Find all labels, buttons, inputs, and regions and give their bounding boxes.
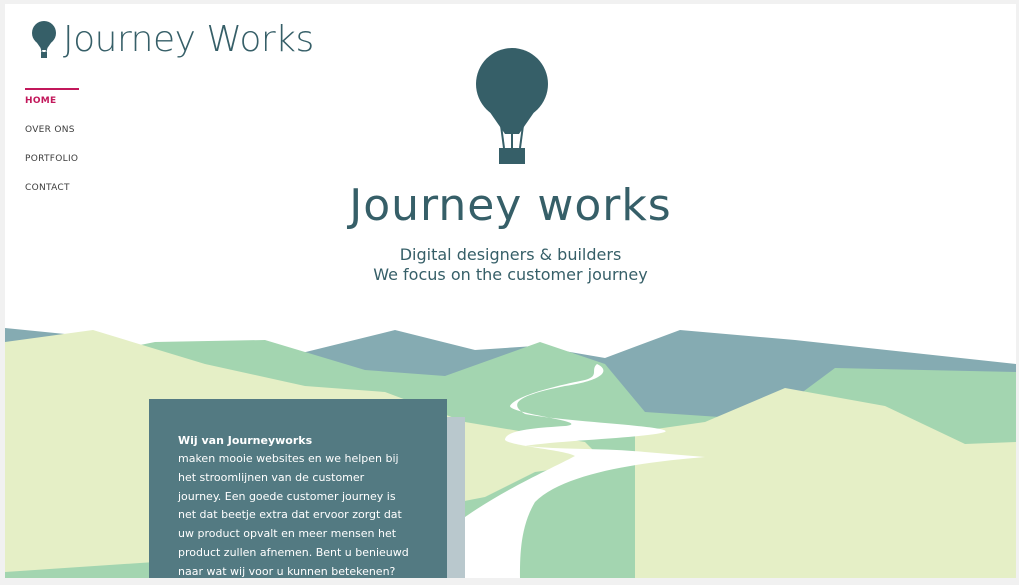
hero-subtitle-line-1: Digital designers & builders — [399, 245, 622, 264]
hot-air-balloon-icon — [32, 21, 56, 58]
hero-title: Journey works — [349, 180, 672, 231]
hot-air-balloon-icon — [476, 48, 548, 164]
nav-item-over-ons[interactable]: OVER ONS — [25, 125, 85, 135]
intro-body: maken mooie websites en we helpen bij he… — [178, 452, 409, 578]
nav-item-home[interactable]: HOME — [25, 96, 85, 106]
hero-subtitle-line-2: We focus on the customer journey — [373, 265, 648, 284]
page: Journey Works HOME OVER ONS PORTFOLIO CO… — [5, 4, 1016, 578]
nav-item-portfolio[interactable]: PORTFOLIO — [25, 154, 85, 164]
intro-card: Wij van Journeyworks maken mooie website… — [149, 399, 447, 578]
nav-active-indicator — [25, 88, 79, 90]
brand-logo[interactable]: Journey Works — [31, 20, 314, 60]
intro-title: Wij van Journeyworks — [178, 434, 313, 447]
brand-name: Journey Works — [63, 19, 314, 60]
hero-subtitle: Digital designers & builders We focus on… — [5, 245, 1016, 285]
